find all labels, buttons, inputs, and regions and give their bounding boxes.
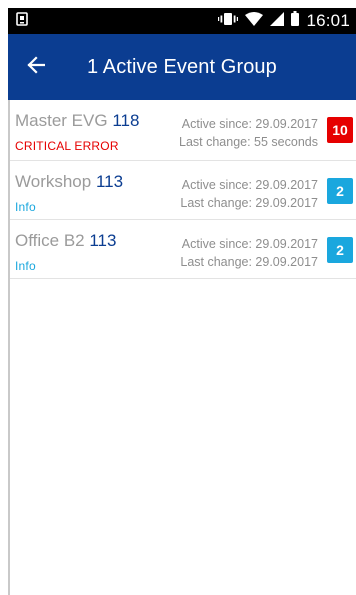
- notification-icon: [16, 11, 28, 31]
- list-item[interactable]: Master EVG 118 CRITICAL ERROR Active sin…: [10, 100, 356, 161]
- active-since-text: Active since: 29.09.2017: [181, 117, 318, 131]
- event-group-name: Workshop 113: [15, 172, 123, 192]
- count-badge: 10: [327, 117, 353, 143]
- event-group-name-text: Workshop: [15, 172, 92, 191]
- wifi-icon: [245, 11, 264, 31]
- back-button[interactable]: [8, 34, 64, 100]
- last-change-text: Last change: 29.09.2017: [180, 255, 318, 269]
- active-since-text: Active since: 29.09.2017: [181, 237, 318, 251]
- arrow-left-icon: [27, 55, 46, 79]
- dates-block: Active since: 29.09.2017 Last change: 29…: [180, 235, 318, 271]
- event-group-number: 113: [95, 172, 124, 191]
- status-label: Info: [15, 259, 36, 273]
- app-bar: 1 Active Event Group: [8, 34, 356, 100]
- event-group-name: Master EVG 118: [15, 111, 139, 131]
- event-group-number: 118: [112, 111, 140, 130]
- dates-block: Active since: 29.09.2017 Last change: 29…: [180, 176, 318, 212]
- event-group-name-text: Office B2: [15, 231, 85, 250]
- event-group-name-text: Master EVG: [15, 111, 108, 130]
- count-badge: 2: [327, 178, 353, 204]
- event-group-number: 113: [89, 231, 117, 250]
- active-since-text: Active since: 29.09.2017: [181, 178, 318, 192]
- status-label: CRITICAL ERROR: [15, 139, 119, 153]
- last-change-text: Last change: 29.09.2017: [180, 196, 318, 210]
- page-title: 1 Active Event Group: [87, 55, 277, 78]
- list-item[interactable]: Workshop 113 Info Active since: 29.09.20…: [10, 161, 356, 220]
- event-group-list: Master EVG 118 CRITICAL ERROR Active sin…: [10, 100, 356, 279]
- event-group-name: Office B2 113: [15, 231, 116, 251]
- status-bar: 16:01: [8, 8, 356, 34]
- vibrate-icon: [218, 12, 239, 31]
- count-badge: 2: [327, 237, 353, 263]
- battery-icon: [291, 11, 300, 31]
- signal-icon: [270, 11, 285, 31]
- last-change-text: Last change: 55 seconds: [179, 135, 318, 149]
- dates-block: Active since: 29.09.2017 Last change: 55…: [179, 115, 318, 151]
- status-time: 16:01: [306, 11, 350, 30]
- status-label: Info: [15, 200, 36, 214]
- list-item[interactable]: Office B2 113 Info Active since: 29.09.2…: [10, 220, 356, 279]
